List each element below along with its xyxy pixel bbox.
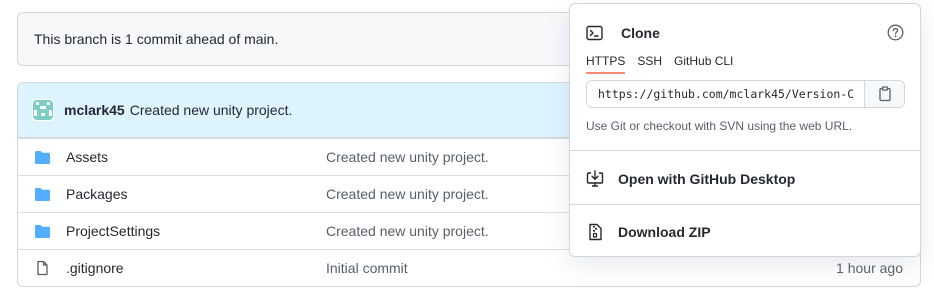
terminal-icon: [586, 25, 603, 41]
file-commit-link[interactable]: Created new unity project.: [326, 223, 489, 239]
branch-notice-text: This branch is 1 commit ahead of main.: [34, 31, 279, 47]
clone-helper-text: Use Git or checkout with SVN using the w…: [586, 119, 853, 133]
file-age: 1 hour ago: [836, 260, 903, 276]
tab-https[interactable]: HTTPS: [586, 54, 626, 74]
tab-github-cli[interactable]: GitHub CLI: [674, 54, 733, 74]
clone-url-input[interactable]: [587, 81, 864, 107]
folder-icon: [35, 151, 50, 164]
tab-ssh[interactable]: SSH: [637, 54, 662, 74]
divider: [570, 204, 920, 205]
file-name-link[interactable]: Packages: [66, 186, 127, 202]
desktop-download-icon: [586, 170, 604, 187]
copy-url-button[interactable]: [864, 81, 904, 107]
clone-tabs: HTTPS SSH GitHub CLI: [586, 54, 733, 74]
file-zip-icon: [589, 223, 602, 241]
clone-title: Clone: [621, 25, 660, 41]
file-commit-link[interactable]: Created new unity project.: [326, 149, 489, 165]
clone-url-group: [586, 80, 905, 108]
question-icon[interactable]: [887, 24, 904, 41]
folder-icon: [35, 188, 50, 201]
clone-header: Clone: [586, 22, 904, 44]
file-commit-link[interactable]: Created new unity project.: [326, 186, 489, 202]
folder-icon: [35, 225, 50, 238]
file-name-link[interactable]: .gitignore: [66, 260, 124, 276]
download-zip-item[interactable]: Download ZIP: [586, 220, 904, 244]
commit-message-link[interactable]: Created new unity project.: [130, 102, 293, 118]
avatar[interactable]: [32, 99, 54, 121]
open-github-desktop-item[interactable]: Open with GitHub Desktop: [586, 167, 904, 191]
divider: [570, 150, 920, 151]
file-icon: [37, 260, 48, 276]
file-name-link[interactable]: Assets: [66, 149, 108, 165]
copy-icon: [878, 86, 891, 102]
clone-dropdown: Clone HTTPS SSH GitHub CLI Use Git or ch…: [569, 3, 921, 257]
file-commit-link[interactable]: Initial commit: [326, 260, 408, 276]
open-github-desktop-label: Open with GitHub Desktop: [618, 171, 796, 187]
commit-author-link[interactable]: mclark45: [64, 102, 125, 118]
download-zip-label: Download ZIP: [618, 224, 711, 240]
file-name-link[interactable]: ProjectSettings: [66, 223, 160, 239]
